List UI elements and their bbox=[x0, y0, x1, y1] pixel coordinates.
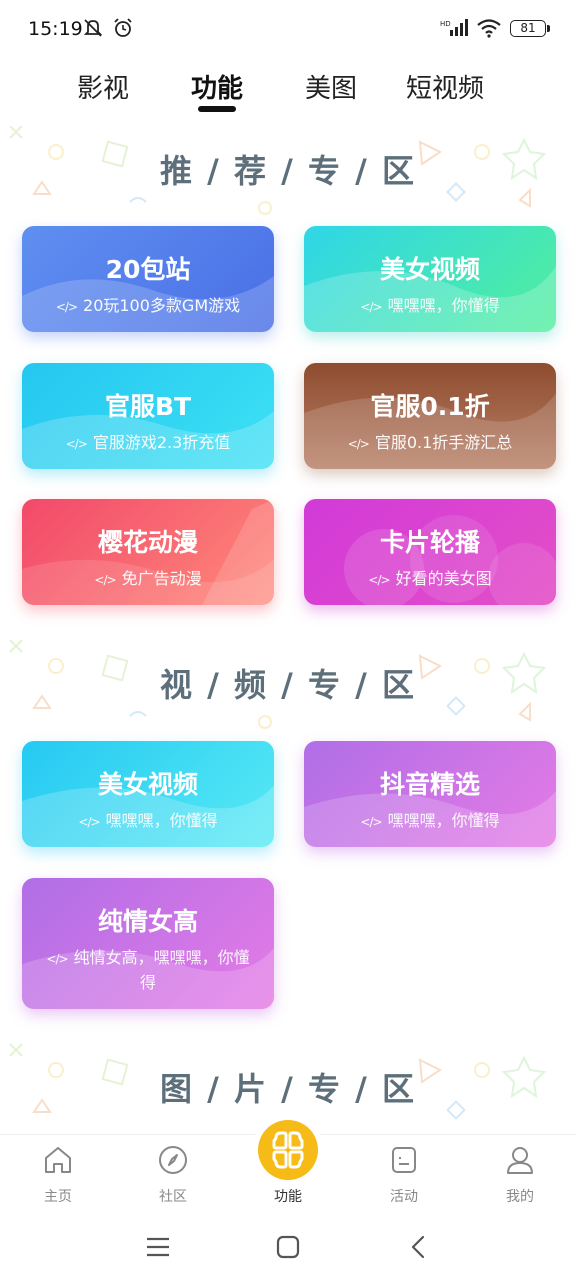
compass-icon bbox=[159, 1146, 187, 1174]
card-douyin-picks[interactable]: 抖音精选 </> 嘿嘿嘿，你懂得 bbox=[304, 741, 556, 847]
card-subtitle-text: 免广告动漫 bbox=[121, 569, 202, 588]
card-official-discount[interactable]: 官服0.1折 </> 官服0.1折手游汇总 bbox=[304, 363, 556, 469]
card-subtitle-text: 官服游戏2.3折充值 bbox=[92, 433, 231, 452]
card-subtitle-text: 纯情女高，嘿嘿嘿，你懂得 bbox=[73, 948, 250, 992]
nav-label: 活动 bbox=[390, 1189, 418, 1205]
nav-activity[interactable]: 活动 bbox=[354, 1135, 454, 1213]
section-title-recommend: 推 / 荐 / 专 / 区 bbox=[160, 152, 416, 190]
card-subtitle-text: 好看的美女图 bbox=[395, 569, 492, 588]
code-icon: </> bbox=[360, 300, 382, 314]
card-sakura-anime[interactable]: 樱花动漫 </> 免广告动漫 bbox=[22, 499, 274, 605]
nav-community[interactable]: 社区 bbox=[123, 1135, 223, 1213]
home-square-icon[interactable] bbox=[268, 1232, 308, 1262]
card-subtitle-text: 官服0.1折手游汇总 bbox=[374, 433, 513, 452]
activity-icon bbox=[392, 1147, 416, 1173]
code-icon: </> bbox=[46, 952, 68, 966]
card-20-package-site[interactable]: 20包站 </> 20玩100多款GM游戏 bbox=[22, 226, 274, 332]
nav-label: 我的 bbox=[506, 1189, 534, 1205]
code-icon: </> bbox=[368, 573, 390, 587]
code-icon: </> bbox=[94, 573, 116, 587]
features-fab-button[interactable] bbox=[258, 1120, 318, 1180]
code-icon: </> bbox=[55, 300, 78, 314]
card-subtitle-text: 嘿嘿嘿，你懂得 bbox=[387, 811, 500, 830]
tab-features[interactable]: 功能 bbox=[191, 68, 243, 105]
section-title-video: 视 / 频 / 专 / 区 bbox=[160, 666, 416, 704]
card-subtitle: </> 嘿嘿嘿，你懂得 bbox=[22, 809, 274, 834]
card-subtitle: </> 纯情女高，嘿嘿嘿，你懂得 bbox=[22, 946, 274, 995]
back-icon[interactable] bbox=[398, 1232, 438, 1262]
card-title: 20包站 bbox=[105, 255, 191, 284]
nav-profile[interactable]: 我的 bbox=[470, 1135, 570, 1213]
code-icon: </> bbox=[347, 437, 370, 451]
network-type: HD bbox=[440, 20, 451, 28]
mute-bell-icon bbox=[83, 19, 103, 37]
card-subtitle: </> 嘿嘿嘿，你懂得 bbox=[304, 294, 556, 319]
top-tab-bar: 影视 功能 美图 短视频 bbox=[0, 58, 576, 118]
card-title: 卡片轮播 bbox=[379, 528, 480, 557]
card-subtitle: </> 嘿嘿嘿，你懂得 bbox=[304, 809, 556, 834]
active-tab-indicator bbox=[198, 106, 236, 112]
card-subtitle-text: 嘿嘿嘿，你懂得 bbox=[105, 811, 218, 830]
signal-icon: HD bbox=[440, 19, 468, 36]
card-subtitle: </> 免广告动漫 bbox=[22, 567, 274, 592]
battery-level: 81 bbox=[520, 21, 536, 35]
nav-label: 社区 bbox=[159, 1189, 187, 1205]
home-icon bbox=[45, 1147, 71, 1173]
wifi-icon bbox=[477, 19, 501, 38]
card-title: 官服0.1折 bbox=[370, 392, 490, 421]
card-title: 美女视频 bbox=[379, 255, 480, 284]
card-beauty-video[interactable]: 美女视频 </> 嘿嘿嘿，你懂得 bbox=[304, 226, 556, 332]
card-subtitle: </> 官服游戏2.3折充值 bbox=[22, 431, 274, 456]
battery-indicator: 81 bbox=[510, 19, 550, 37]
grid-icon bbox=[272, 1131, 304, 1169]
card-title: 樱花动漫 bbox=[97, 528, 198, 557]
nav-home[interactable]: 主页 bbox=[8, 1135, 108, 1213]
tab-short-videos[interactable]: 短视频 bbox=[406, 68, 484, 105]
section-title-pictures: 图 / 片 / 专 / 区 bbox=[160, 1070, 416, 1108]
menu-icon[interactable] bbox=[138, 1232, 178, 1262]
card-subtitle: </> 官服0.1折手游汇总 bbox=[304, 431, 556, 456]
system-nav-bar bbox=[0, 1212, 576, 1280]
alarm-icon bbox=[114, 18, 132, 37]
card-video-beauty[interactable]: 美女视频 </> 嘿嘿嘿，你懂得 bbox=[22, 741, 274, 847]
tab-pictures[interactable]: 美图 bbox=[305, 68, 357, 105]
card-subtitle-text: 嘿嘿嘿，你懂得 bbox=[387, 296, 500, 315]
status-left-icons bbox=[82, 17, 134, 39]
tab-movies[interactable]: 影视 bbox=[77, 68, 129, 105]
card-official-bt[interactable]: 官服BT </> 官服游戏2.3折充值 bbox=[22, 363, 274, 469]
card-subtitle: </> 好看的美女图 bbox=[304, 567, 556, 592]
card-title: 纯情女高 bbox=[97, 907, 198, 936]
status-bar: 15:19 HD 81 bbox=[0, 0, 576, 60]
card-subtitle-text: 20玩100多款GM游戏 bbox=[83, 296, 241, 315]
card-carousel[interactable]: 卡片轮播 </> 好看的美女图 bbox=[304, 499, 556, 605]
card-pure-girl[interactable]: 纯情女高 </> 纯情女高，嘿嘿嘿，你懂得 bbox=[22, 878, 274, 1009]
card-title: 官服BT bbox=[104, 392, 192, 421]
code-icon: </> bbox=[360, 815, 382, 829]
nav-label: 功能 bbox=[274, 1189, 302, 1205]
nav-label: 主页 bbox=[44, 1189, 72, 1205]
card-subtitle: </> 20玩100多款GM游戏 bbox=[22, 294, 274, 319]
code-icon: </> bbox=[78, 815, 100, 829]
status-time: 15:19 bbox=[28, 18, 83, 40]
user-icon bbox=[507, 1147, 533, 1174]
code-icon: </> bbox=[65, 437, 88, 451]
card-title: 抖音精选 bbox=[379, 770, 480, 799]
status-right: HD 81 bbox=[440, 18, 550, 38]
card-title: 美女视频 bbox=[97, 770, 198, 799]
